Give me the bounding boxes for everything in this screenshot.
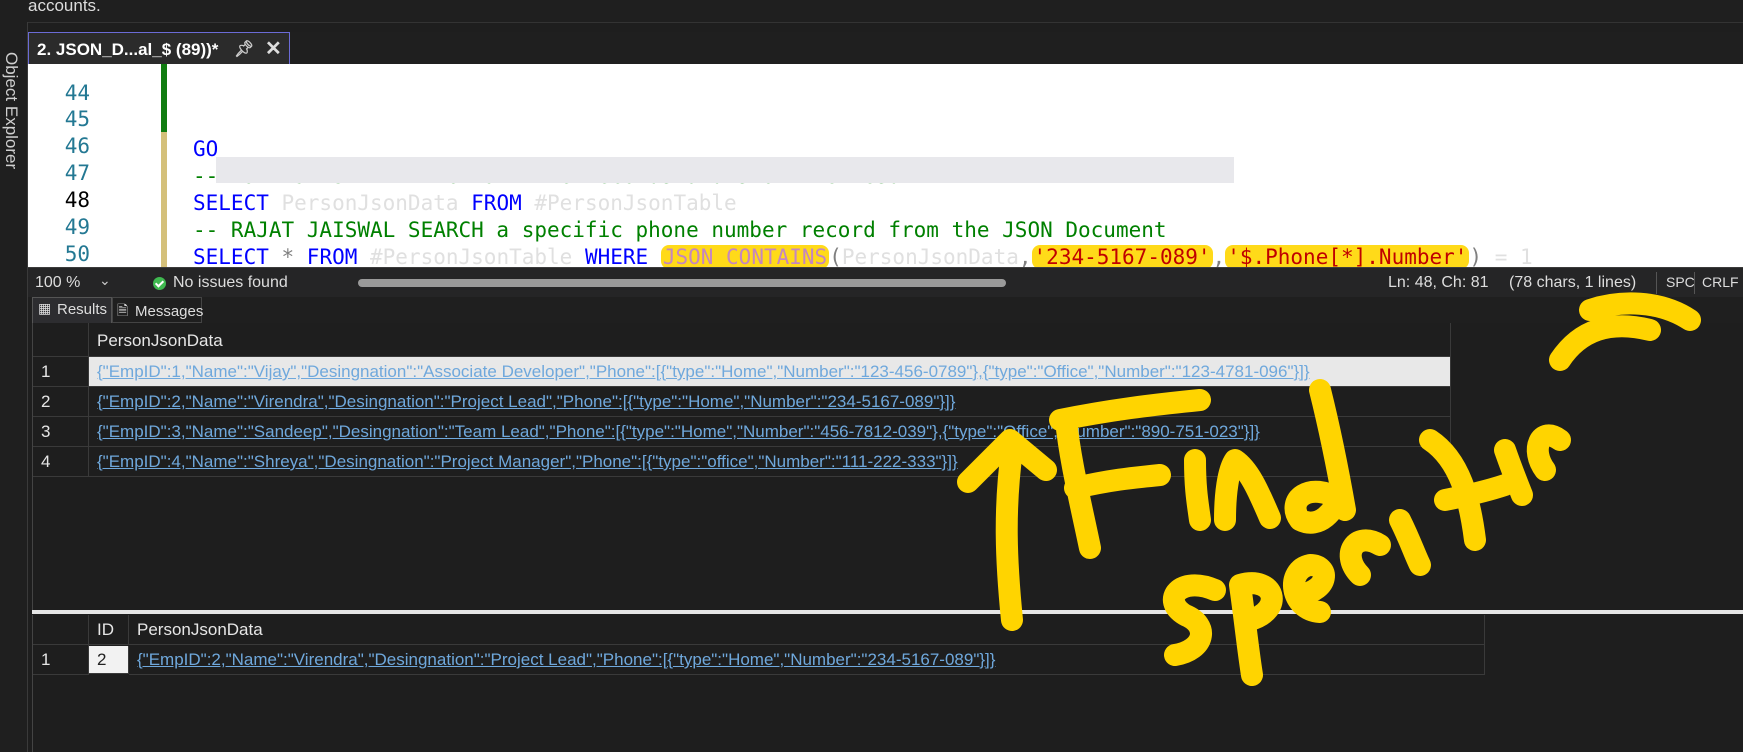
json-link[interactable]: {"EmpID":2,"Name":"Virendra","Desingnati…: [97, 392, 955, 411]
banner-text: accounts.: [28, 0, 101, 15]
results-grid-1[interactable]: PersonJsonData 1 {"EmpID":1,"Name":"Vija…: [32, 323, 1743, 611]
json-link[interactable]: {"EmpID":1,"Name":"Vijay","Desingnation"…: [97, 362, 1310, 381]
json-link[interactable]: {"EmpID":3,"Name":"Sandeep","Desingnatio…: [97, 422, 1260, 441]
json-link[interactable]: {"EmpID":2,"Name":"Virendra","Desingnati…: [137, 650, 995, 669]
tab-query-document[interactable]: 2. JSON_D...al_$ (89))* 📌︎ ✕: [28, 32, 290, 64]
table-cell[interactable]: {"EmpID":4,"Name":"Shreya","Desingnation…: [89, 447, 1451, 477]
line-number: 50: [64, 242, 90, 266]
editor-status-bar: 100 % ⌄ No issues found Ln: 48, Ch: 81 (…: [28, 267, 1743, 298]
grid-corner: [33, 615, 89, 645]
tab-title: 2. JSON_D...al_$ (89))*: [37, 40, 219, 59]
object-explorer-tab[interactable]: Object Explorer: [0, 22, 28, 752]
row-number[interactable]: 2: [33, 387, 89, 417]
table-cell[interactable]: {"EmpID":3,"Name":"Sandeep","Desingnatio…: [89, 417, 1451, 447]
results-grid-2[interactable]: ID PersonJsonData 1 2 {"EmpID":2,"Name":…: [32, 615, 1743, 752]
object-explorer-label: Object Explorer: [2, 52, 21, 170]
tab-messages[interactable]: 🗎︎ Messages: [112, 297, 203, 323]
code-line: 49 SELECT * FROM #PersonJsonTable WHERE …: [28, 182, 1743, 267]
selection-info: (78 chars, 1 lines): [1509, 274, 1637, 291]
code-line: 50: [28, 209, 1743, 266]
grid-corner: [33, 323, 89, 357]
line-ending[interactable]: CRLF: [1702, 274, 1739, 290]
scrollbar-thumb[interactable]: [358, 279, 1006, 287]
check-circle-icon: [153, 277, 166, 290]
chevron-down-icon[interactable]: ⌄: [99, 272, 111, 289]
messages-icon: 🗎︎: [117, 302, 129, 318]
table-cell[interactable]: {"EmpID":2,"Name":"Virendra","Desingnati…: [89, 387, 1451, 417]
column-header-id[interactable]: ID: [89, 615, 129, 645]
grid-splitter[interactable]: [32, 610, 1743, 614]
id-cell[interactable]: 2: [89, 646, 129, 674]
tab-results[interactable]: ▦ Results: [32, 297, 112, 323]
whitespace-mode[interactable]: SPC: [1666, 274, 1695, 290]
zoom-level[interactable]: 100 %: [35, 274, 80, 292]
column-header[interactable]: PersonJsonData: [89, 323, 1451, 357]
issues-status[interactable]: No issues found: [173, 274, 288, 292]
code-line: 45 GO: [28, 74, 1743, 161]
document-tabstrip: 2. JSON_D...al_$ (89))* 📌︎ ✕: [28, 32, 1743, 64]
code-line: 46 --RAJAT JAISWAL FETCH all the records…: [28, 101, 1743, 188]
sql-editor[interactable]: 44 45 GO 46 --RAJAT JAISWAL FETCH all th…: [28, 64, 1743, 267]
table-cell[interactable]: {"EmpID":1,"Name":"Vijay","Desingnation"…: [89, 357, 1451, 387]
pin-icon[interactable]: 📌︎: [234, 39, 254, 59]
close-icon[interactable]: ✕: [265, 36, 282, 61]
highlighted-function: JSON_CONTAINS: [660, 245, 830, 267]
highlighted-path: '$.Phone[*].Number': [1225, 245, 1470, 267]
row-number[interactable]: 3: [33, 417, 89, 447]
divider: [1694, 272, 1695, 294]
column-header[interactable]: PersonJsonData: [129, 615, 1485, 645]
code-line-current: 48 -- RAJAT JAISWAL SEARCH a specific ph…: [28, 155, 1743, 242]
code-line: 47 SELECT PersonJsonData FROM #PersonJso…: [28, 128, 1743, 215]
row-number[interactable]: 4: [33, 447, 89, 477]
json-link[interactable]: {"EmpID":4,"Name":"Shreya","Desingnation…: [97, 452, 958, 471]
cursor-position[interactable]: Ln: 48, Ch: 81: [1388, 274, 1489, 292]
row-number[interactable]: 1: [33, 357, 89, 387]
row-number[interactable]: 1: [33, 645, 89, 675]
table-cell[interactable]: {"EmpID":2,"Name":"Virendra","Desingnati…: [129, 645, 1485, 675]
divider: [1656, 272, 1657, 294]
highlighted-value: '234-5167-089': [1031, 245, 1213, 267]
top-banner: accounts.: [0, 0, 1743, 23]
code-text: SELECT * FROM #PersonJsonTable WHERE JSO…: [193, 245, 1533, 267]
results-tabstrip: ▦ Results 🗎︎ Messages: [28, 297, 1743, 323]
grid-icon: ▦: [38, 300, 52, 316]
